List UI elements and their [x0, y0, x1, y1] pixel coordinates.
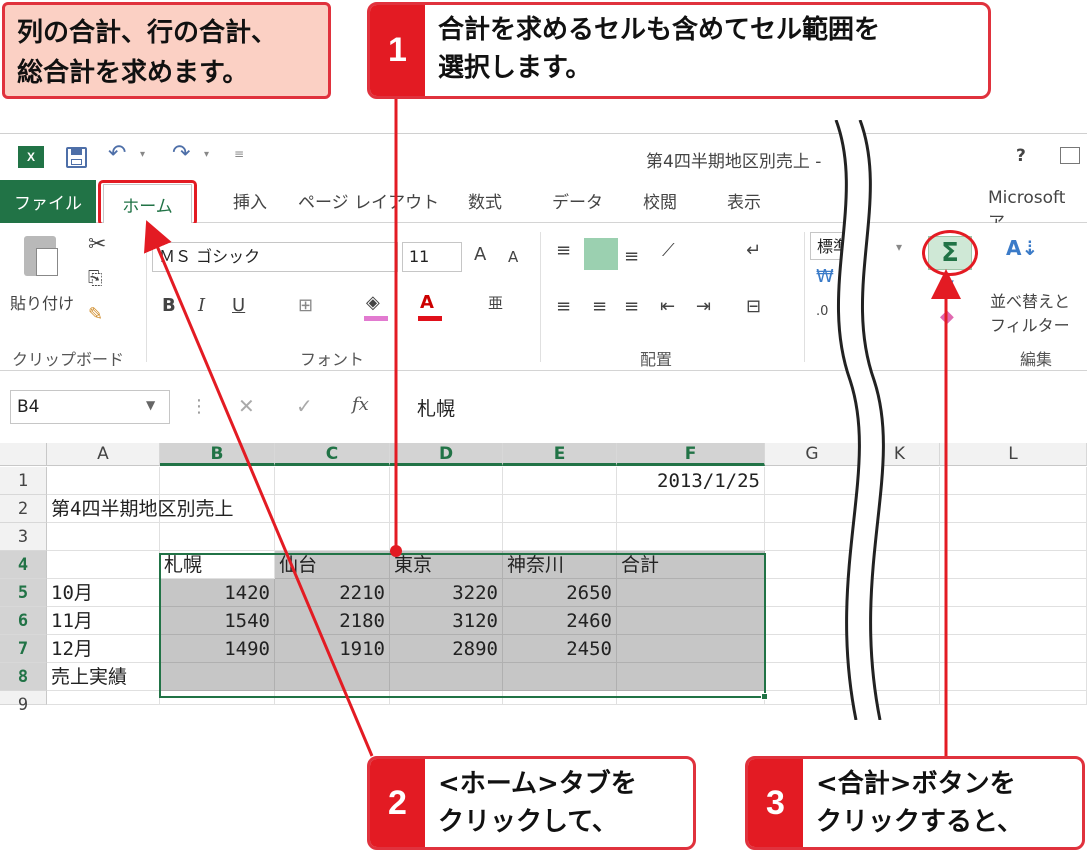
step3-line-1: <合計>ボタンを — [816, 769, 1016, 799]
step3-number: 3 — [748, 759, 803, 847]
step3-callout: 3 <合計>ボタンを クリックすると、 — [745, 756, 1085, 850]
annotation-arrows — [144, 99, 961, 757]
step2-callout: 2 <ホーム>タブを クリックして、 — [367, 756, 696, 850]
step2-line-2: クリックして、 — [438, 807, 618, 837]
sheet-title-cell[interactable]: 第4四半期地区別売上 — [47, 495, 233, 523]
step2-number: 2 — [370, 759, 425, 847]
step3-line-2: クリックすると、 — [816, 807, 1023, 837]
step2-line-1: <ホーム>タブを — [438, 769, 637, 799]
